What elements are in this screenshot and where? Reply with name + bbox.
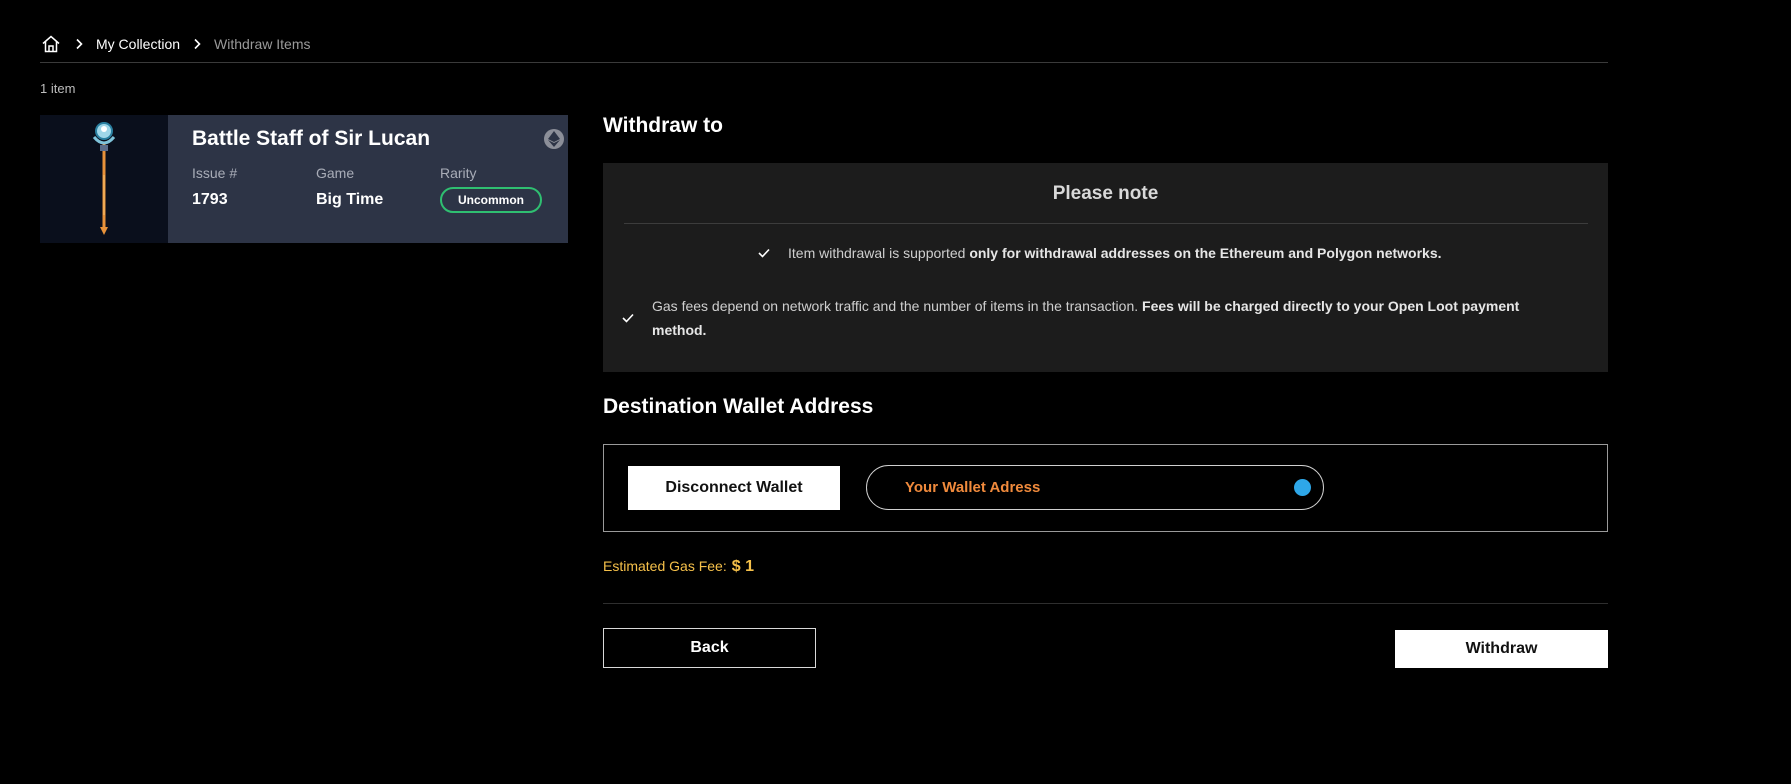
note-divider [624, 223, 1588, 224]
game-value: Big Time [316, 191, 384, 208]
wallet-address-field[interactable]: Your Wallet Adress [866, 465, 1324, 510]
destination-wallet-heading: Destination Wallet Address [603, 395, 874, 418]
rarity-column: Rarity Uncommon [440, 165, 564, 213]
note-line-gas-fees-text: Gas fees depend on network traffic and t… [652, 298, 1520, 338]
please-note-box: Please note Item withdrawal is supported… [603, 163, 1608, 372]
please-note-title: Please note [1052, 183, 1159, 204]
gas-fee-label: Estimated Gas Fee: [603, 558, 727, 574]
battle-staff-image [92, 122, 116, 235]
item-meta: Issue # 1793 Game Big Time Rarity Uncomm… [192, 165, 564, 213]
item-count: 1 item [40, 81, 76, 96]
game-column: Game Big Time [316, 165, 440, 213]
withdraw-button[interactable]: Withdraw [1395, 630, 1608, 668]
withdraw-to-heading: Withdraw to [603, 114, 723, 137]
back-button[interactable]: Back [603, 628, 816, 668]
wallet-box: Disconnect Wallet Your Wallet Adress [603, 444, 1608, 532]
check-icon [758, 241, 772, 265]
breadcrumb-divider [40, 62, 1608, 63]
rarity-label: Rarity [440, 165, 477, 181]
issue-value: 1793 [192, 191, 228, 208]
wallet-address-text: Your Wallet Adress [905, 479, 1041, 496]
gas-divider [603, 603, 1608, 604]
gas-fee-value: $ 1 [731, 558, 754, 575]
chevron-right-icon [68, 33, 90, 55]
note-line-networks: Item withdrawal is supported only for wi… [758, 241, 1442, 265]
home-icon[interactable] [40, 33, 62, 55]
wallet-status-dot [1294, 479, 1311, 496]
note-line-networks-text: Item withdrawal is supported only for wi… [788, 245, 1442, 261]
note-line-gas-fees: Gas fees depend on network traffic and t… [622, 294, 1552, 342]
estimated-gas-fee: Estimated Gas Fee: $ 1 [603, 558, 754, 576]
chevron-right-icon [186, 33, 208, 55]
item-card: Battle Staff of Sir Lucan Issue # 1793 G… [40, 115, 568, 243]
ethereum-icon [544, 129, 564, 149]
breadcrumb-my-collection[interactable]: My Collection [96, 36, 180, 52]
issue-label: Issue # [192, 165, 238, 181]
breadcrumb-withdraw-items: Withdraw Items [214, 36, 311, 52]
check-icon [622, 294, 636, 342]
item-title: Battle Staff of Sir Lucan [192, 127, 431, 150]
item-thumbnail [40, 115, 168, 243]
game-label: Game [316, 165, 355, 181]
disconnect-wallet-button[interactable]: Disconnect Wallet [628, 466, 840, 510]
rarity-badge: Uncommon [440, 187, 542, 213]
issue-column: Issue # 1793 [192, 165, 316, 213]
item-info: Battle Staff of Sir Lucan Issue # 1793 G… [168, 115, 588, 243]
breadcrumb: My Collection Withdraw Items [40, 33, 311, 55]
